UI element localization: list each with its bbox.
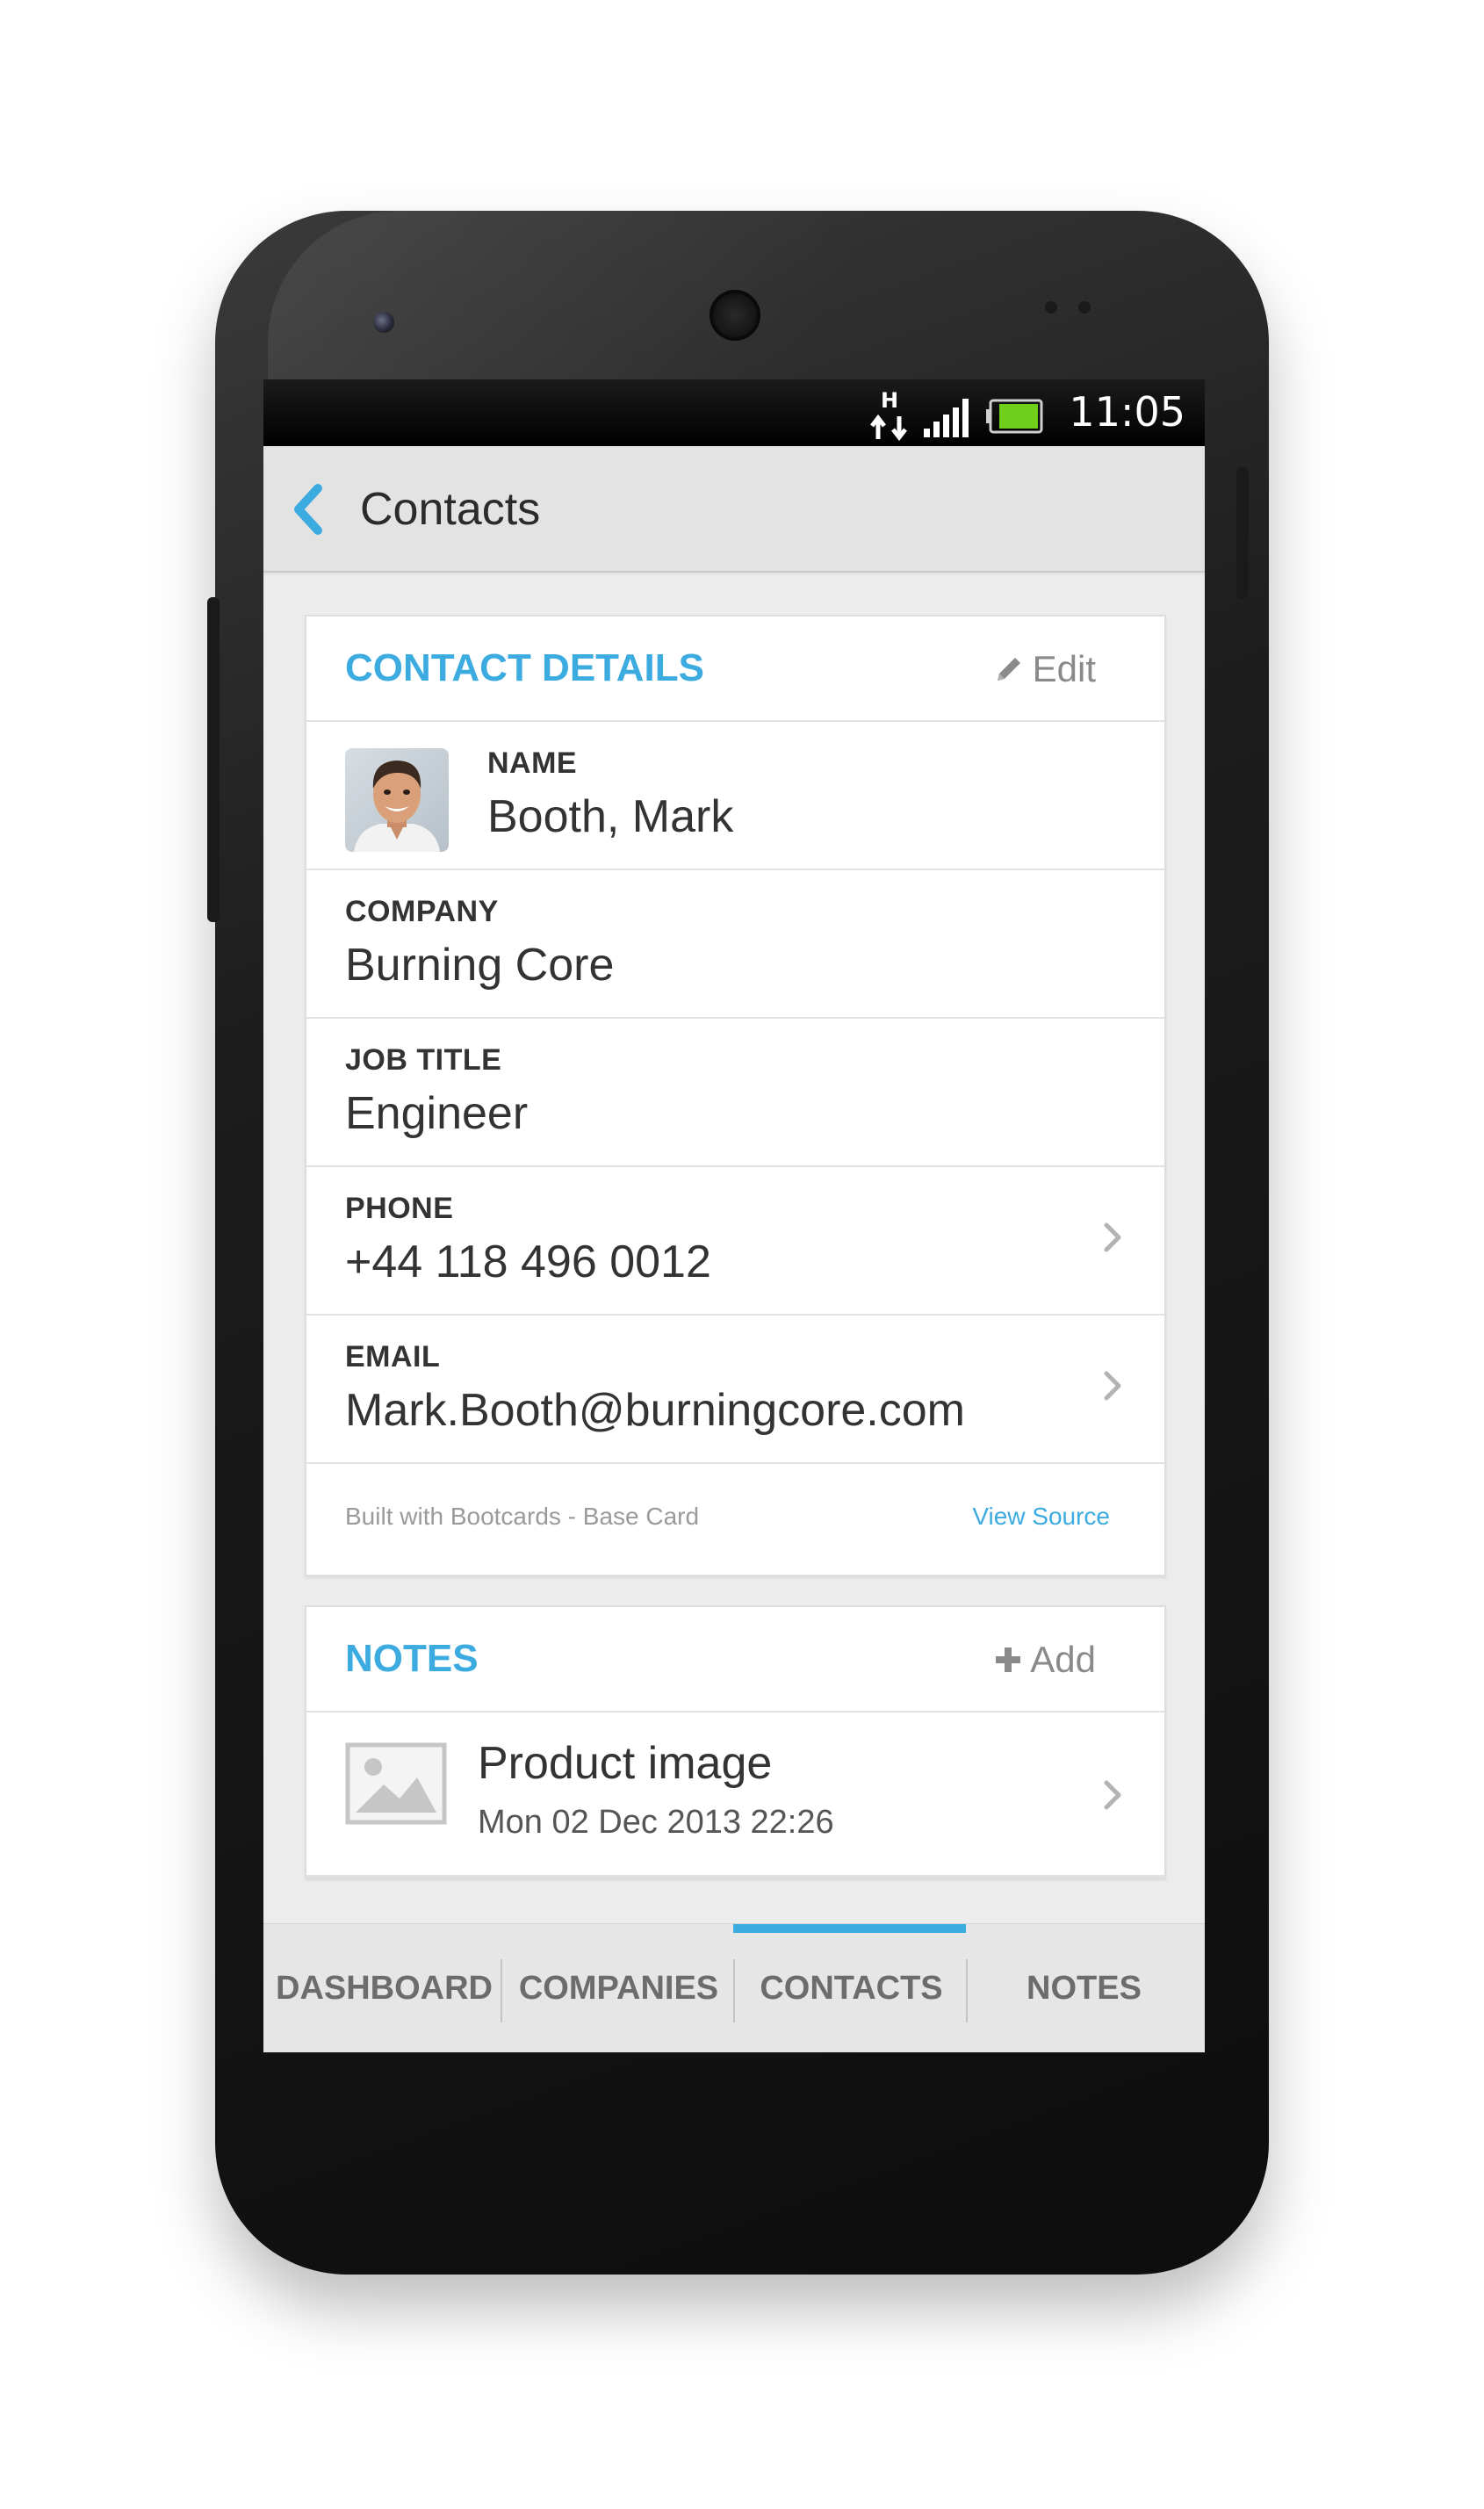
card-footer: Built with Bootcards - Base Card View So…	[306, 1464, 1164, 1575]
data-transfer-icon: H	[869, 385, 910, 442]
note-list-item[interactable]: Product image Mon 02 Dec 2013 22:26	[306, 1712, 1164, 1877]
tab-dashboard[interactable]: DASHBOARD	[268, 1924, 501, 2052]
image-icon	[345, 1742, 447, 1825]
card-header: CONTACT DETAILS Edit	[306, 616, 1164, 722]
add-label: Add	[1030, 1639, 1096, 1680]
view-source-link[interactable]: View Source	[972, 1503, 1110, 1531]
page-title: Contacts	[360, 484, 541, 535]
status-bar: H 11:05	[263, 379, 1205, 446]
light-sensor	[1078, 301, 1091, 314]
chevron-right-icon	[1101, 1218, 1124, 1257]
edit-label: Edit	[1032, 648, 1096, 689]
chevron-right-icon	[1101, 1776, 1124, 1814]
tab-companies[interactable]: COMPANIES	[502, 1924, 735, 2052]
card-heading: NOTES	[345, 1637, 479, 1680]
company-label: COMPANY	[345, 895, 499, 928]
card-heading: CONTACT DETAILS	[345, 646, 704, 689]
chevron-right-icon	[1101, 1366, 1124, 1405]
pencil-icon	[997, 658, 1020, 681]
volume-button	[207, 597, 220, 922]
chevron-left-icon[interactable]	[290, 483, 325, 536]
email-label: EMAIL	[345, 1340, 441, 1373]
job-title-row: JOB TITLE Engineer	[306, 1019, 1164, 1167]
note-date: Mon 02 Dec 2013 22:26	[478, 1804, 834, 1841]
card-header: NOTES Add	[306, 1607, 1164, 1712]
name-label: NAME	[487, 746, 578, 780]
power-button	[1236, 467, 1249, 599]
company-value: Burning Core	[345, 940, 615, 991]
job-title-value: Engineer	[345, 1088, 529, 1139]
tab-contacts[interactable]: CONTACTS	[735, 1924, 968, 2052]
job-title-label: JOB TITLE	[345, 1043, 502, 1077]
email-row[interactable]: EMAIL Mark.Booth@burningcore.com	[306, 1316, 1164, 1464]
plus-icon	[996, 1647, 1021, 1672]
network-type-label: H	[881, 388, 898, 413]
battery-icon	[985, 385, 1045, 441]
contact-details-card: CONTACT DETAILS Edit NAME Booth, Mark CO…	[305, 615, 1166, 1576]
edit-button[interactable]: Edit	[994, 648, 1096, 690]
contact-avatar	[345, 748, 449, 852]
phone-label: PHONE	[345, 1192, 454, 1225]
company-row: COMPANY Burning Core	[306, 870, 1164, 1019]
phone-row[interactable]: PHONE +44 118 496 0012	[306, 1167, 1164, 1316]
earpiece-speaker	[710, 290, 760, 341]
notes-card: NOTES Add Product image Mon 02 Dec 2013 …	[305, 1605, 1166, 1878]
tab-notes[interactable]: NOTES	[968, 1924, 1200, 2052]
signal-strength-icon	[922, 385, 973, 441]
footer-credit: Built with Bootcards - Base Card	[345, 1503, 700, 1530]
add-note-button[interactable]: Add	[995, 1639, 1096, 1681]
name-value: Booth, Mark	[487, 791, 734, 842]
screen: H 11:05 Contacts CONTACT DETAILS Edit NA…	[263, 379, 1205, 2052]
front-camera	[373, 312, 394, 333]
proximity-sensor	[1045, 301, 1057, 314]
note-title: Product image	[478, 1738, 773, 1789]
name-row: NAME Booth, Mark	[306, 722, 1164, 870]
phone-value: +44 118 496 0012	[345, 1236, 711, 1287]
bottom-nav: DASHBOARD COMPANIES CONTACTS NOTES	[263, 1923, 1205, 2052]
email-value: Mark.Booth@burningcore.com	[345, 1385, 965, 1436]
status-time: 11:05	[1069, 388, 1185, 436]
app-bar: Contacts	[263, 446, 1205, 573]
